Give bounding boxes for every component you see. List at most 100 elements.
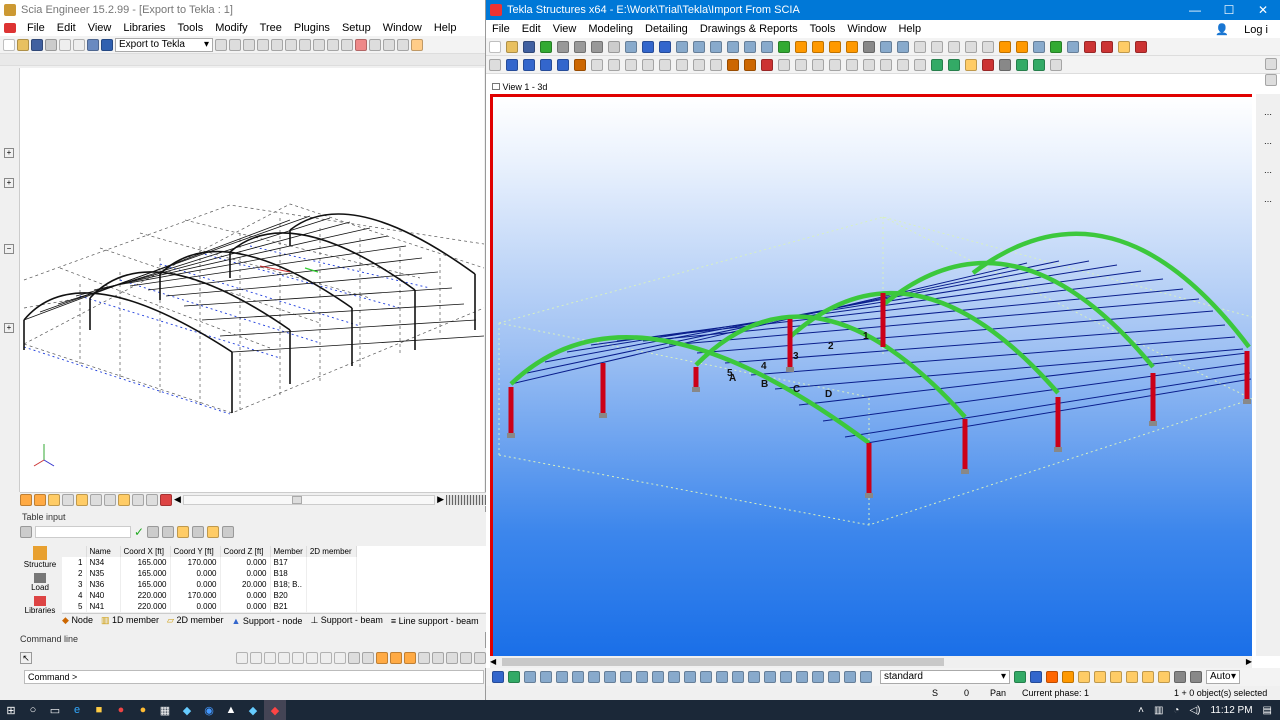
redraw-icon[interactable] xyxy=(761,40,773,53)
view-mode-icon[interactable] xyxy=(20,493,32,506)
command-input[interactable]: Command > xyxy=(24,670,484,684)
chevron-up-icon[interactable]: ˄ xyxy=(1138,705,1144,716)
snap-override-icon[interactable] xyxy=(1126,671,1138,683)
cell-member[interactable]: B18 xyxy=(270,568,307,579)
combine-icon[interactable] xyxy=(761,58,773,71)
dimension-icon[interactable] xyxy=(411,38,423,51)
tekla-menu-modeling[interactable]: Modeling xyxy=(582,23,639,35)
cell-y[interactable]: 0.000 xyxy=(170,579,221,590)
undo-icon[interactable] xyxy=(642,40,654,53)
tekla-h-scrollbar[interactable]: ◀ ▶ xyxy=(490,656,1252,668)
select-reference-icon[interactable] xyxy=(732,671,744,683)
cell-name[interactable]: N40 xyxy=(86,590,121,601)
snap-near-icon[interactable] xyxy=(292,652,304,664)
snap-points-icon[interactable] xyxy=(778,58,790,71)
table-icon[interactable] xyxy=(20,526,32,538)
scia-menu-file[interactable]: File xyxy=(21,22,51,34)
cell-z[interactable]: 20.000 xyxy=(220,579,271,590)
tekla-menu-tools[interactable]: Tools xyxy=(804,23,842,35)
polar-icon[interactable] xyxy=(362,652,374,664)
snap-grid-icon[interactable] xyxy=(320,652,332,664)
layers-icon[interactable] xyxy=(215,38,227,51)
scia-menu-help[interactable]: Help xyxy=(428,22,463,34)
snap-icon[interactable] xyxy=(383,38,395,51)
select-planes-icon[interactable] xyxy=(556,671,568,683)
select-welds-icon[interactable] xyxy=(982,58,994,71)
select-reinforcement-icon[interactable] xyxy=(700,671,712,683)
fitting-icon[interactable] xyxy=(676,58,688,71)
tekla-menu-detailing[interactable]: Detailing xyxy=(639,23,694,35)
vertical-scroll[interactable]: ⋯ ⋯ ⋯ ⋯ xyxy=(1256,94,1280,656)
grid-icon[interactable] xyxy=(341,38,353,51)
cell-z[interactable]: 0.000 xyxy=(220,601,271,612)
work-plane-icon[interactable] xyxy=(1190,671,1202,683)
view-list-icon[interactable] xyxy=(676,40,688,53)
redo-icon[interactable] xyxy=(659,40,671,53)
search-icon[interactable]: ○ xyxy=(22,700,44,720)
select-points-icon[interactable] xyxy=(524,671,536,683)
cell-y[interactable]: 170.000 xyxy=(170,590,221,601)
scia-menu-libraries[interactable]: Libraries xyxy=(117,22,171,34)
select-cuts-icon[interactable] xyxy=(636,671,648,683)
share-icon[interactable] xyxy=(540,40,552,53)
cell-member[interactable]: B18; B.. xyxy=(270,579,307,590)
cell-x[interactable]: 220.000 xyxy=(120,601,171,612)
col-2d-member-header[interactable]: 2D member xyxy=(306,546,357,557)
clash-check-icon[interactable] xyxy=(863,40,875,53)
scia-h-scrollbar[interactable] xyxy=(182,494,436,505)
select-grids-icon[interactable] xyxy=(1016,58,1028,71)
organizer-icon[interactable] xyxy=(897,40,909,53)
scia-menu-modify[interactable]: Modify xyxy=(209,22,253,34)
cell-member[interactable]: B21 xyxy=(270,601,307,612)
measure-horizontal-icon[interactable] xyxy=(931,40,943,53)
contour-plate-icon[interactable] xyxy=(591,58,603,71)
tekla-menu-view[interactable]: View xyxy=(547,23,583,35)
select-assemblies-icon[interactable] xyxy=(508,671,520,683)
tekla-menu-help[interactable]: Help xyxy=(892,23,927,35)
cell-x[interactable]: 165.000 xyxy=(120,579,171,590)
cell-2d-member[interactable] xyxy=(306,601,357,612)
scroll-left-icon[interactable]: ◀ xyxy=(174,494,181,505)
cross-snap-icon[interactable] xyxy=(376,652,388,664)
parallel-snap-icon[interactable] xyxy=(474,652,486,664)
tab-2d-member[interactable]: ▱ 2D member xyxy=(167,615,223,626)
check-icon[interactable]: ✓ xyxy=(134,525,144,539)
table-filter-input[interactable] xyxy=(35,526,131,538)
report-icon[interactable] xyxy=(829,40,841,53)
zoom-combo[interactable]: Auto ▾ xyxy=(1206,670,1240,684)
print-icon[interactable] xyxy=(608,40,620,53)
select-components-icon[interactable] xyxy=(965,58,977,71)
display-icon[interactable] xyxy=(48,493,60,506)
clip-plane-icon[interactable] xyxy=(744,40,756,53)
collaboration-icon[interactable] xyxy=(1101,40,1113,53)
select-icon[interactable] xyxy=(355,38,367,51)
cell-y[interactable]: 0.000 xyxy=(170,601,221,612)
select-surfaces-icon[interactable] xyxy=(604,671,616,683)
filter-icon[interactable] xyxy=(369,38,381,51)
cell-z[interactable]: 0.000 xyxy=(220,590,271,601)
cut-line-icon[interactable] xyxy=(659,58,671,71)
store-icon[interactable]: ▦ xyxy=(154,700,176,720)
col-x-header[interactable]: Coord X [ft] xyxy=(120,546,171,557)
fit-work-area-icon[interactable] xyxy=(778,40,790,53)
network-icon[interactable]: ▥ xyxy=(1154,705,1163,716)
select-assembly-icon[interactable] xyxy=(796,671,808,683)
scia-menu-view[interactable]: View xyxy=(82,22,118,34)
cell-z[interactable]: 0.000 xyxy=(220,557,271,568)
select-nested-icon[interactable] xyxy=(812,671,824,683)
cell-2d-member[interactable] xyxy=(306,568,357,579)
render-icon[interactable] xyxy=(313,38,325,51)
select-welds-icon[interactable] xyxy=(620,671,632,683)
settings-icon[interactable] xyxy=(160,493,172,506)
catalog-icon[interactable] xyxy=(1016,40,1028,53)
tab-node[interactable]: ◆ Node xyxy=(62,615,93,626)
view-plane-icon[interactable] xyxy=(1174,671,1186,683)
select-in-component-icon[interactable] xyxy=(780,671,792,683)
file-explorer-icon[interactable]: ■ xyxy=(88,700,110,720)
polygon-cut-icon[interactable] xyxy=(710,58,722,71)
table-row[interactable]: 2 N35 165.000 0.000 0.000 B18 xyxy=(62,568,357,579)
scia-menu-edit[interactable]: Edit xyxy=(51,22,82,34)
expand-icon[interactable]: + xyxy=(4,148,14,158)
view-icon[interactable] xyxy=(299,38,311,51)
cell-x[interactable]: 165.000 xyxy=(120,557,171,568)
